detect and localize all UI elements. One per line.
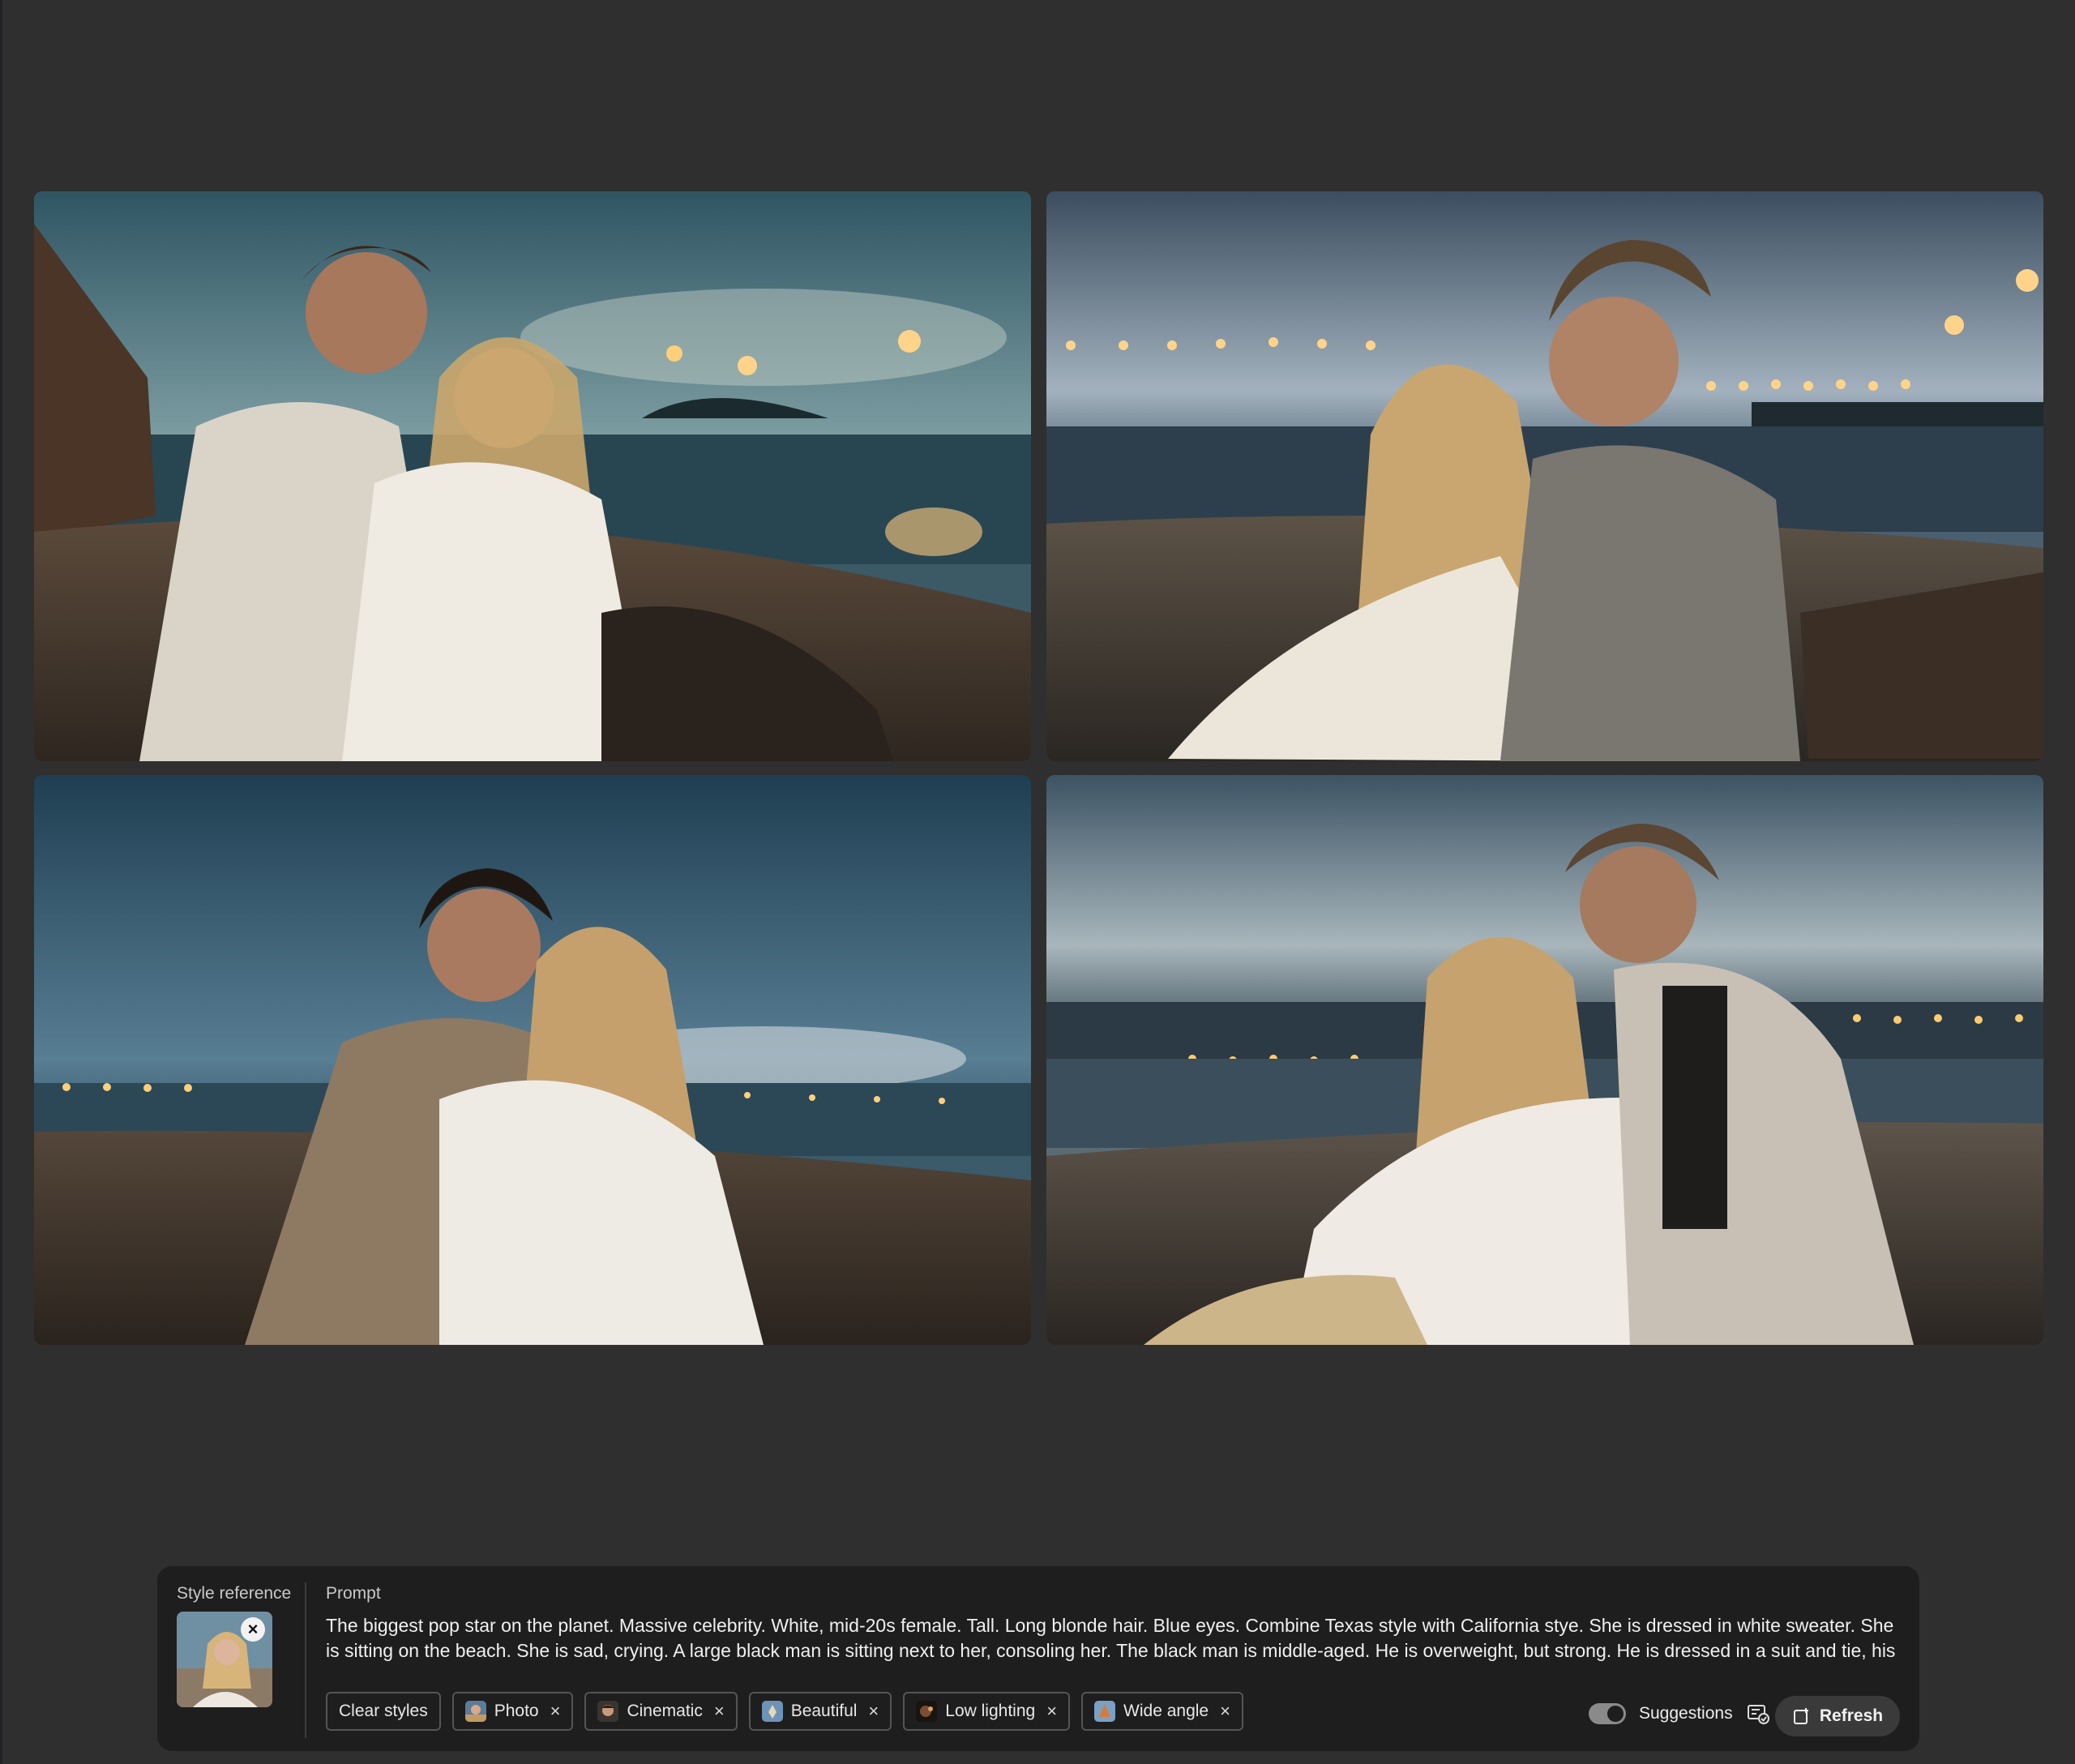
- clear-styles-label: Clear styles: [339, 1702, 428, 1720]
- clear-styles-button[interactable]: Clear styles: [326, 1692, 441, 1731]
- style-chip-wide-angle[interactable]: Wide angle ×: [1081, 1692, 1243, 1731]
- chip-label: Wide angle: [1123, 1702, 1209, 1720]
- wide-angle-style-icon: [1094, 1701, 1116, 1722]
- refresh-label: Refresh: [1819, 1706, 1884, 1725]
- chip-label: Cinematic: [627, 1702, 703, 1720]
- style-reference-label: Style reference: [177, 1584, 292, 1603]
- refresh-icon: [1793, 1708, 1808, 1724]
- prompt-label: Prompt: [326, 1584, 381, 1603]
- remove-chip-icon[interactable]: ×: [714, 1701, 725, 1722]
- generated-image-1[interactable]: [34, 191, 1031, 761]
- chip-label: Beautiful: [790, 1702, 858, 1720]
- suggestions-label: Suggestions: [1639, 1704, 1733, 1723]
- low-lighting-style-icon: [916, 1701, 938, 1722]
- remove-chip-icon[interactable]: ×: [550, 1701, 561, 1722]
- style-chips: Clear styles Photo × Cinematic × Beautif…: [326, 1691, 1243, 1732]
- generated-image-3[interactable]: [34, 775, 1031, 1345]
- suggestions-toggle[interactable]: [1589, 1703, 1626, 1724]
- style-chip-beautiful[interactable]: Beautiful ×: [748, 1692, 892, 1731]
- refresh-button[interactable]: Refresh: [1775, 1696, 1900, 1736]
- cinematic-style-icon: [597, 1701, 619, 1722]
- remove-chip-icon[interactable]: ×: [1046, 1701, 1057, 1722]
- prompt-panel: Style reference × Prompt The biggest pop…: [157, 1566, 1919, 1751]
- chip-label: Low lighting: [945, 1702, 1036, 1720]
- prompt-input[interactable]: The biggest pop star on the planet. Mass…: [326, 1613, 1898, 1665]
- style-chip-low-lighting[interactable]: Low lighting ×: [903, 1692, 1071, 1731]
- panel-divider: [305, 1582, 306, 1738]
- style-chip-cinematic[interactable]: Cinematic ×: [584, 1692, 738, 1731]
- generated-image-4[interactable]: [1046, 775, 2043, 1345]
- remove-style-reference-button[interactable]: ×: [241, 1617, 265, 1642]
- beautiful-style-icon: [761, 1701, 783, 1722]
- chip-label: Photo: [494, 1702, 539, 1720]
- image-grid: [0, 0, 2075, 1378]
- suggestions-settings-icon[interactable]: [1746, 1702, 1770, 1726]
- generated-image-2[interactable]: [1046, 191, 2043, 761]
- photo-style-icon: [464, 1701, 486, 1722]
- style-chip-photo[interactable]: Photo ×: [451, 1692, 574, 1731]
- remove-chip-icon[interactable]: ×: [868, 1701, 879, 1722]
- suggestions-control: Suggestions: [1589, 1696, 1770, 1732]
- remove-chip-icon[interactable]: ×: [1220, 1701, 1230, 1722]
